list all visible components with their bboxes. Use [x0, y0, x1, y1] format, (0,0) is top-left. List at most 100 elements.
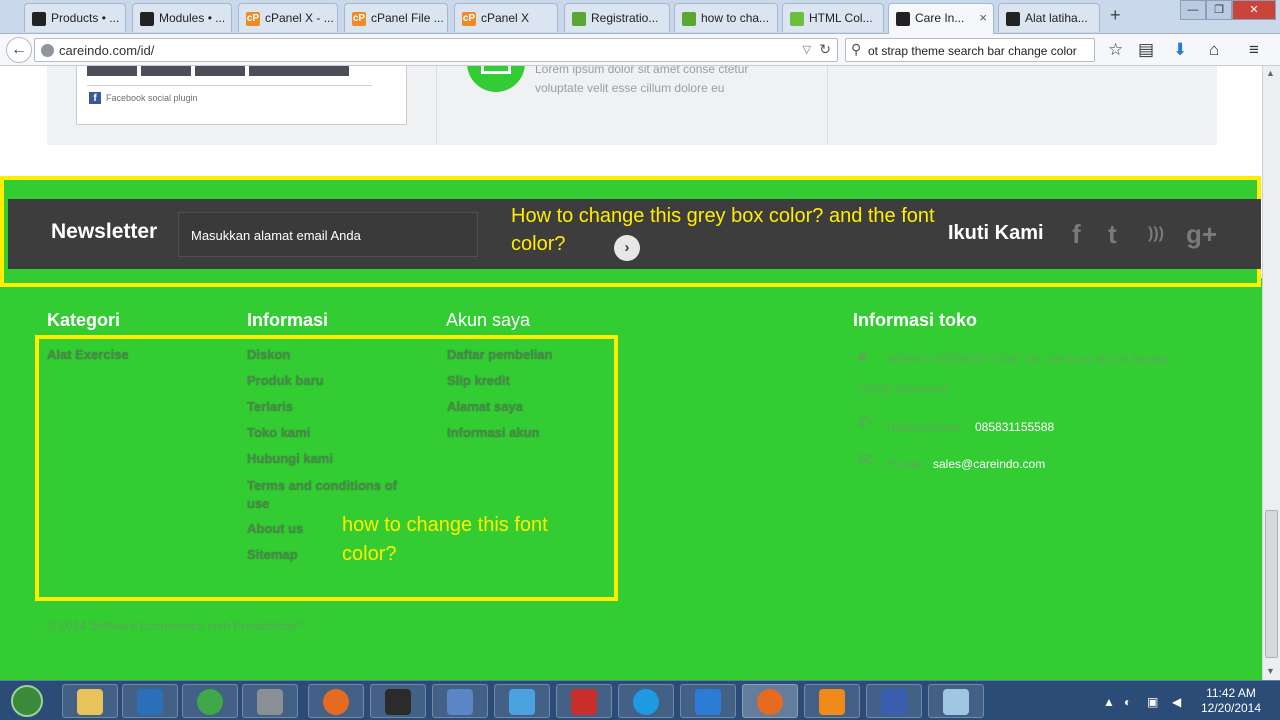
fb-avatar[interactable] — [249, 66, 299, 76]
scroll-down-arrow-icon[interactable]: ▼ — [1266, 666, 1275, 676]
taskbar-app-6[interactable] — [370, 684, 426, 718]
tab-how-to-change[interactable]: how to cha... — [674, 3, 778, 32]
network-icon[interactable]: ▣ — [1147, 695, 1158, 709]
taskbar-firefox-2[interactable] — [742, 684, 798, 718]
fb-avatar[interactable] — [195, 66, 245, 76]
facebook-plugin-box: f Facebook social plugin — [76, 66, 407, 125]
minimize-button[interactable]: — — [1180, 0, 1206, 20]
taskbar-app-8[interactable] — [494, 684, 550, 718]
volume-icon[interactable]: ◀ — [1172, 695, 1181, 709]
footer-link-produk-baru[interactable]: Produk baru — [247, 373, 324, 388]
footer-link-toko-kami[interactable]: Toko kami — [247, 425, 310, 440]
upper-section: f Facebook social plugin Lorem ipsum dol… — [47, 66, 1217, 145]
tab-label: HTML Col... — [809, 11, 873, 25]
start-button[interactable] — [4, 683, 50, 719]
tab-care-indo[interactable]: Care In... × — [888, 3, 994, 34]
notification-icon[interactable]: ◐ — [1124, 695, 1131, 709]
google-plus-icon[interactable]: g+ — [1186, 219, 1217, 250]
search-input[interactable]: ⚲ ot strap theme search bar change color — [845, 38, 1095, 62]
tab-label: Registratio... — [591, 11, 659, 25]
reload-icon[interactable]: ↻ — [819, 41, 831, 58]
home-icon[interactable]: ⌂ — [1209, 40, 1219, 60]
tab-alat-latihan[interactable]: Alat latiha... — [998, 3, 1100, 32]
taskbar-explorer[interactable] — [62, 684, 118, 718]
footer-link-alamat-saya[interactable]: Alamat saya — [447, 399, 523, 414]
map-marker-icon: ● — [857, 346, 868, 366]
lorem-text-line1: Lorem ipsum dolor sit amet conse ctetur — [535, 66, 749, 76]
footer-link-terms[interactable]: Terms and conditions of use — [247, 477, 407, 513]
footer-link-slip-kredit[interactable]: Slip kredit — [447, 373, 510, 388]
bookmarks-list-icon[interactable]: ▤ — [1138, 40, 1154, 60]
tab-products[interactable]: Products • ... — [24, 3, 126, 32]
taskbar-firefox-1[interactable] — [308, 684, 364, 718]
close-icon[interactable]: × — [979, 10, 987, 25]
taskbar-app-4[interactable] — [242, 684, 298, 718]
clock-time: 11:42 AM — [1206, 686, 1256, 700]
fb-avatar[interactable] — [299, 66, 349, 76]
footer-link-diskon[interactable]: Diskon — [247, 347, 290, 362]
tab-label: Alat latiha... — [1025, 11, 1088, 25]
site-icon — [1006, 12, 1020, 26]
show-hidden-icons-arrow[interactable]: ▲ — [1103, 695, 1115, 709]
taskbar-flexi[interactable] — [680, 684, 736, 718]
taskbar-vlc[interactable] — [804, 684, 860, 718]
taskbar-app-10[interactable] — [618, 684, 674, 718]
tab-modules[interactable]: Modules • ... — [132, 3, 232, 32]
tab-cpanel-file[interactable]: cP cPanel File ... — [344, 3, 448, 32]
tab-html-color[interactable]: HTML Col... — [782, 3, 884, 32]
footer-link-alat-exercise[interactable]: Alat Exercise — [47, 347, 129, 362]
new-tab-button[interactable]: + — [1110, 5, 1121, 26]
site-icon — [790, 12, 804, 26]
windows-logo-icon — [11, 685, 43, 717]
footer-link-sitemap[interactable]: Sitemap — [247, 547, 298, 562]
email-value[interactable]: sales@careindo.com — [933, 457, 1045, 471]
tab-cpanel-x-1[interactable]: cP cPanel X - ... — [238, 3, 338, 32]
tab-registration[interactable]: Registratio... — [564, 3, 670, 32]
footer-link-about-us[interactable]: About us — [247, 521, 303, 536]
site-icon — [140, 12, 154, 26]
vertical-scrollbar[interactable]: ▲ ▼ — [1262, 66, 1280, 680]
akun-saya-heading[interactable]: Akun saya — [446, 310, 530, 331]
newsletter-title: Newsletter — [51, 220, 158, 243]
footer-link-daftar-pembelian[interactable]: Daftar pembelian — [447, 347, 552, 362]
tab-cpanel-x-2[interactable]: cP cPanel X — [454, 3, 558, 32]
scrollbar-thumb[interactable] — [1265, 510, 1278, 658]
footer-link-informasi-akun[interactable]: Informasi akun — [447, 425, 539, 440]
menu-icon[interactable]: ≡ — [1249, 40, 1259, 60]
footer-link-terlaris[interactable]: Terlaris — [247, 399, 293, 414]
taskbar-app-3[interactable] — [182, 684, 238, 718]
taskbar-app-7[interactable] — [432, 684, 488, 718]
facebook-icon[interactable]: f — [1072, 219, 1081, 250]
facebook-plugin-label[interactable]: Facebook social plugin — [106, 93, 198, 103]
system-clock[interactable]: 11:42 AM 12/20/2014 — [1196, 686, 1266, 716]
footer-link-hubungi-kami[interactable]: Hubungi kami — [247, 451, 333, 466]
firefox-icon — [757, 689, 783, 715]
dropdown-icon[interactable]: ▽ — [803, 43, 811, 56]
taskbar-app-2[interactable] — [122, 684, 178, 718]
back-button[interactable]: ← — [6, 37, 32, 63]
site-icon — [896, 12, 910, 26]
bookmark-star-icon[interactable]: ☆ — [1108, 40, 1123, 60]
restore-button[interactable]: ❐ — [1206, 0, 1232, 20]
downloads-icon[interactable]: ⬇ — [1173, 40, 1187, 60]
store-address-line1: WWW.CAREINDO.COM, Jln. Sei Kera No.28 Me… — [887, 352, 1169, 366]
taskbar-app-14[interactable] — [866, 684, 922, 718]
fb-avatar[interactable] — [141, 66, 191, 76]
taskbar-app-15[interactable] — [928, 684, 984, 718]
divider — [436, 66, 437, 145]
tab-label: cPanel X — [481, 11, 530, 25]
fb-avatar[interactable] — [87, 66, 137, 76]
rss-icon[interactable]: ))) — [1148, 225, 1164, 243]
newsletter-email-input[interactable]: Masukkan alamat email Anda › — [178, 212, 640, 261]
copyright-text: © 2014 Software Ecommerce oleh PrestaSho… — [47, 619, 308, 633]
scroll-up-arrow-icon[interactable]: ▲ — [1266, 68, 1275, 78]
close-window-button[interactable]: ✕ — [1232, 0, 1276, 20]
newsletter-bar: Newsletter Masukkan alamat email Anda › … — [8, 199, 1261, 269]
navigation-bar: ← careindo.com/id/ ▽ ↻ ⚲ ot strap theme … — [0, 34, 1280, 66]
address-bar[interactable]: careindo.com/id/ ▽ ↻ — [34, 38, 838, 62]
informasi-toko-heading: Informasi toko — [853, 310, 978, 330]
divider — [827, 66, 828, 145]
twitter-icon[interactable]: t — [1108, 219, 1117, 250]
phone-value: 085831155588 — [975, 420, 1055, 434]
taskbar-app-9[interactable] — [556, 684, 612, 718]
